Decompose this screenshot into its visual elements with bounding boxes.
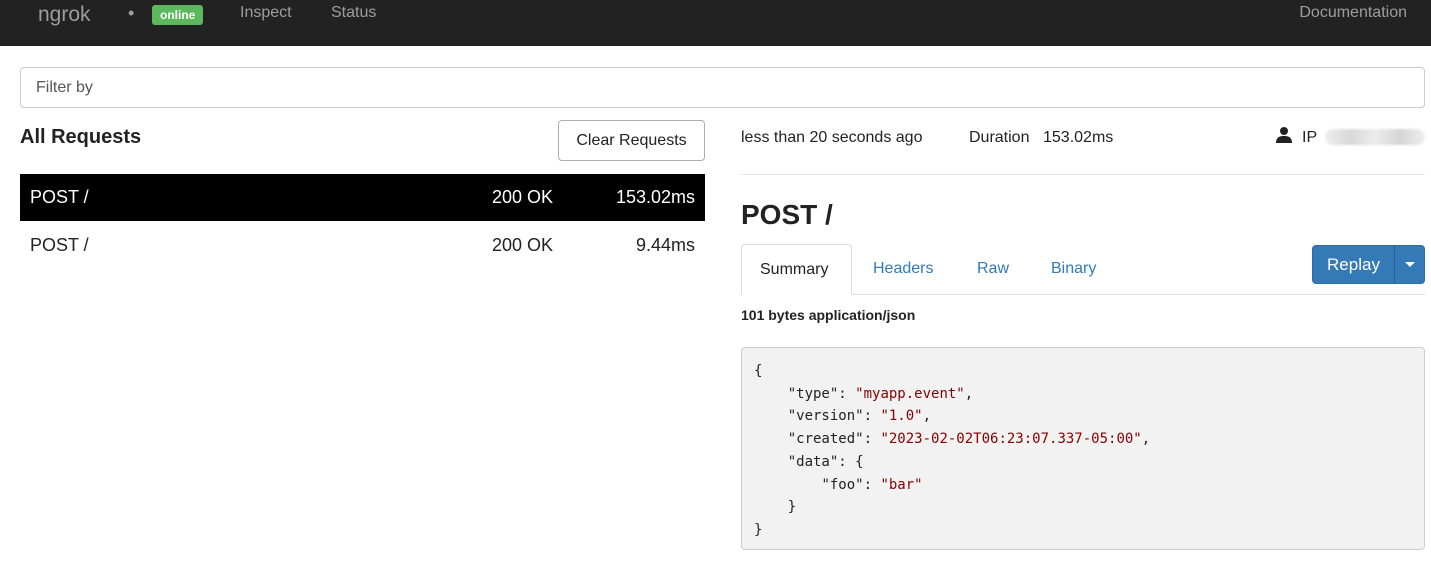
tab-binary[interactable]: Binary xyxy=(1033,244,1114,295)
replay-button[interactable]: Replay xyxy=(1312,245,1395,284)
request-row[interactable]: POST / 200 OK 153.02ms xyxy=(20,174,705,221)
body-metadata: 101 bytes application/json xyxy=(741,307,916,323)
clear-requests-button[interactable]: Clear Requests xyxy=(558,120,705,161)
nav-link-documentation[interactable]: Documentation xyxy=(1299,4,1407,22)
request-title: POST / xyxy=(741,199,833,230)
request-status: 200 OK xyxy=(491,187,553,207)
nav-separator: • xyxy=(128,3,135,23)
request-body-code: { "type": "myapp.event", "version": "1.0… xyxy=(741,347,1425,550)
ip-label: IP xyxy=(1302,129,1318,146)
request-method-path: POST / xyxy=(30,235,89,255)
replay-dropdown-caret-icon[interactable] xyxy=(1394,245,1425,284)
request-time-ago: less than 20 seconds ago xyxy=(741,129,923,146)
brand-logo[interactable]: ngrok xyxy=(38,3,91,27)
tab-raw[interactable]: Raw xyxy=(959,244,1027,295)
tab-summary[interactable]: Summary xyxy=(741,244,852,295)
duration-label: Duration xyxy=(969,129,1030,146)
requests-heading: All Requests xyxy=(20,126,142,148)
status-badge: online xyxy=(152,5,204,25)
user-icon xyxy=(1276,127,1292,143)
filter-input[interactable] xyxy=(20,67,1425,108)
duration-value: 153.02ms xyxy=(1043,129,1114,146)
request-status: 200 OK xyxy=(491,235,553,255)
request-row[interactable]: POST / 200 OK 9.44ms xyxy=(20,222,705,269)
nav-link-status[interactable]: Status xyxy=(331,4,376,22)
tab-headers[interactable]: Headers xyxy=(855,244,951,295)
nav-link-inspect[interactable]: Inspect xyxy=(240,4,292,22)
ip-value-redacted xyxy=(1325,129,1425,145)
request-duration: 153.02ms xyxy=(615,187,695,207)
request-method-path: POST / xyxy=(30,187,89,207)
request-duration: 9.44ms xyxy=(635,235,695,255)
divider xyxy=(741,174,1425,175)
top-navbar: ngrok • online Inspect Status Documentat… xyxy=(0,0,1431,46)
